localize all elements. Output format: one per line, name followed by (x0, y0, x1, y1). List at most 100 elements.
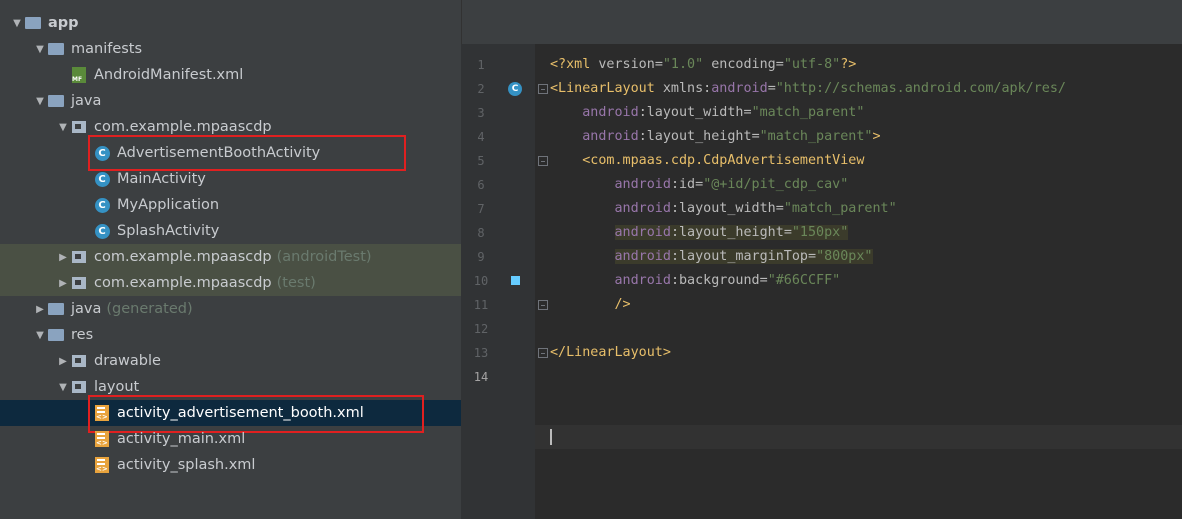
tree-item-label: java (71, 93, 102, 109)
code-token: <LinearLayout (550, 81, 663, 96)
expand-arrow-icon[interactable]: ▼ (33, 330, 47, 341)
expand-arrow-icon[interactable]: ▼ (56, 122, 70, 133)
tree-item-label: activity_main.xml (117, 431, 246, 447)
code-token: :layout_width (670, 201, 776, 216)
folder-icon (47, 93, 65, 109)
code-token: /> (614, 297, 631, 312)
line-number: 3 (477, 106, 485, 120)
xml-file-icon (93, 431, 111, 447)
code-token: "800px" (816, 249, 873, 264)
fold-marker-icon[interactable] (538, 300, 548, 310)
tree-item-label: layout (94, 379, 140, 395)
manifest-file-icon (70, 67, 88, 83)
tree-item-label: manifests (71, 41, 143, 57)
tree-item[interactable]: ▶ drawable (0, 348, 461, 374)
code-token: :layout_height (670, 225, 784, 240)
text-caret (550, 429, 552, 445)
line-number: 1 (477, 58, 485, 72)
expand-arrow-icon[interactable]: ▼ (10, 18, 24, 29)
tree-item[interactable]: ▼ java (0, 88, 461, 114)
code-token: ?> (840, 57, 857, 72)
code-line: android:id="@+id/pit_cdp_cav" (550, 173, 849, 197)
code-token: "http://schemas.android.com/apk/res/ (775, 81, 1066, 96)
color-swatch-icon[interactable] (511, 276, 520, 285)
code-token: > (872, 129, 881, 144)
code-token: = (808, 249, 817, 264)
code-token: :id (670, 177, 696, 192)
fold-marker-icon[interactable] (538, 348, 548, 358)
code-token: = (767, 81, 776, 96)
line-number: 12 (473, 322, 489, 336)
tree-item[interactable]: ▶ com.example.mpaascdp (androidTest) (0, 244, 461, 270)
collapse-arrow-icon[interactable]: ▶ (33, 304, 47, 315)
package-icon (70, 249, 88, 265)
tree-item-label: MyApplication (117, 197, 220, 213)
tree-item[interactable]: ▶ java (generated) (0, 296, 461, 322)
code-token: :layout_height (638, 129, 752, 144)
code-token: android (614, 273, 671, 288)
xml-file-icon (93, 457, 111, 473)
line-number: 8 (477, 226, 485, 240)
code-token: android (614, 225, 671, 240)
tree-item[interactable]: ▼ res (0, 322, 461, 348)
code-token: android (582, 105, 639, 120)
tree-item-label: com.example.mpaascdp (94, 119, 272, 135)
code-token: "match_parent" (783, 201, 897, 216)
tree-item[interactable]: ▼ app (0, 10, 461, 36)
package-icon (70, 119, 88, 135)
collapse-arrow-icon[interactable]: ▶ (56, 356, 70, 367)
tree-item-label: drawable (94, 353, 161, 369)
code-line: android:layout_height="match_parent"> (550, 125, 881, 149)
res-folder-icon (47, 327, 65, 343)
expand-arrow-icon[interactable]: ▼ (33, 96, 47, 107)
code-token: = (775, 201, 784, 216)
code-token: android (711, 81, 768, 96)
tree-item-suffix: (androidTest) (276, 249, 372, 265)
editor-gutter: 1 2 C 3 4 5 6 7 8 9 10 11 12 13 14 (461, 44, 535, 519)
tree-item[interactable]: ▶ com.example.mpaascdp (test) (0, 270, 461, 296)
tree-item-label: com.example.mpaascdp (94, 249, 272, 265)
code-token: = (759, 273, 768, 288)
tree-item-suffix: (test) (276, 275, 316, 291)
code-line: <?xml version="1.0" encoding="utf-8"?> (550, 53, 856, 77)
line-number: 4 (477, 130, 485, 144)
tree-item-label: java (71, 301, 102, 317)
code-token: :background (670, 273, 760, 288)
expand-arrow-icon[interactable]: ▼ (56, 382, 70, 393)
code-token: = (695, 177, 704, 192)
fold-marker-icon[interactable] (538, 156, 548, 166)
code-token: android (614, 201, 671, 216)
tree-item-label: com.example.mpaascdp (94, 275, 272, 291)
class-icon: C (93, 171, 111, 187)
tree-item[interactable]: ▼ manifests (0, 36, 461, 62)
code-line: </LinearLayout> (550, 341, 671, 365)
tree-item[interactable]: C SplashActivity (0, 218, 461, 244)
code-token: "@+id/pit_cdp_cav" (703, 177, 849, 192)
collapse-arrow-icon[interactable]: ▶ (56, 252, 70, 263)
tree-item-label: MainActivity (117, 171, 206, 187)
package-icon (70, 379, 88, 395)
tree-item[interactable]: C MainActivity (0, 166, 461, 192)
code-token: </LinearLayout> (550, 345, 671, 360)
tree-item[interactable]: AndroidManifest.xml (0, 62, 461, 88)
tree-item[interactable]: activity_splash.xml (0, 452, 461, 478)
tree-item[interactable]: activity_main.xml (0, 426, 461, 452)
code-token: = (775, 57, 784, 72)
code-line: android:layout_height="150px" (550, 221, 849, 245)
collapse-arrow-icon[interactable]: ▶ (56, 278, 70, 289)
line-number: 11 (473, 298, 489, 312)
code-token: = (751, 129, 760, 144)
fold-marker-icon[interactable] (538, 84, 548, 94)
expand-arrow-icon[interactable]: ▼ (33, 44, 47, 55)
ide-window: ▼ app ▼ manifests AndroidManifest.xml ▼ java ▼ c… (0, 0, 1182, 519)
code-token: xmlns: (662, 81, 712, 96)
code-editor[interactable]: <?xml version="1.0" encoding="utf-8"?> <L… (535, 44, 1182, 519)
class-marker-icon[interactable]: C (508, 82, 522, 96)
tree-item[interactable]: C MyApplication (0, 192, 461, 218)
